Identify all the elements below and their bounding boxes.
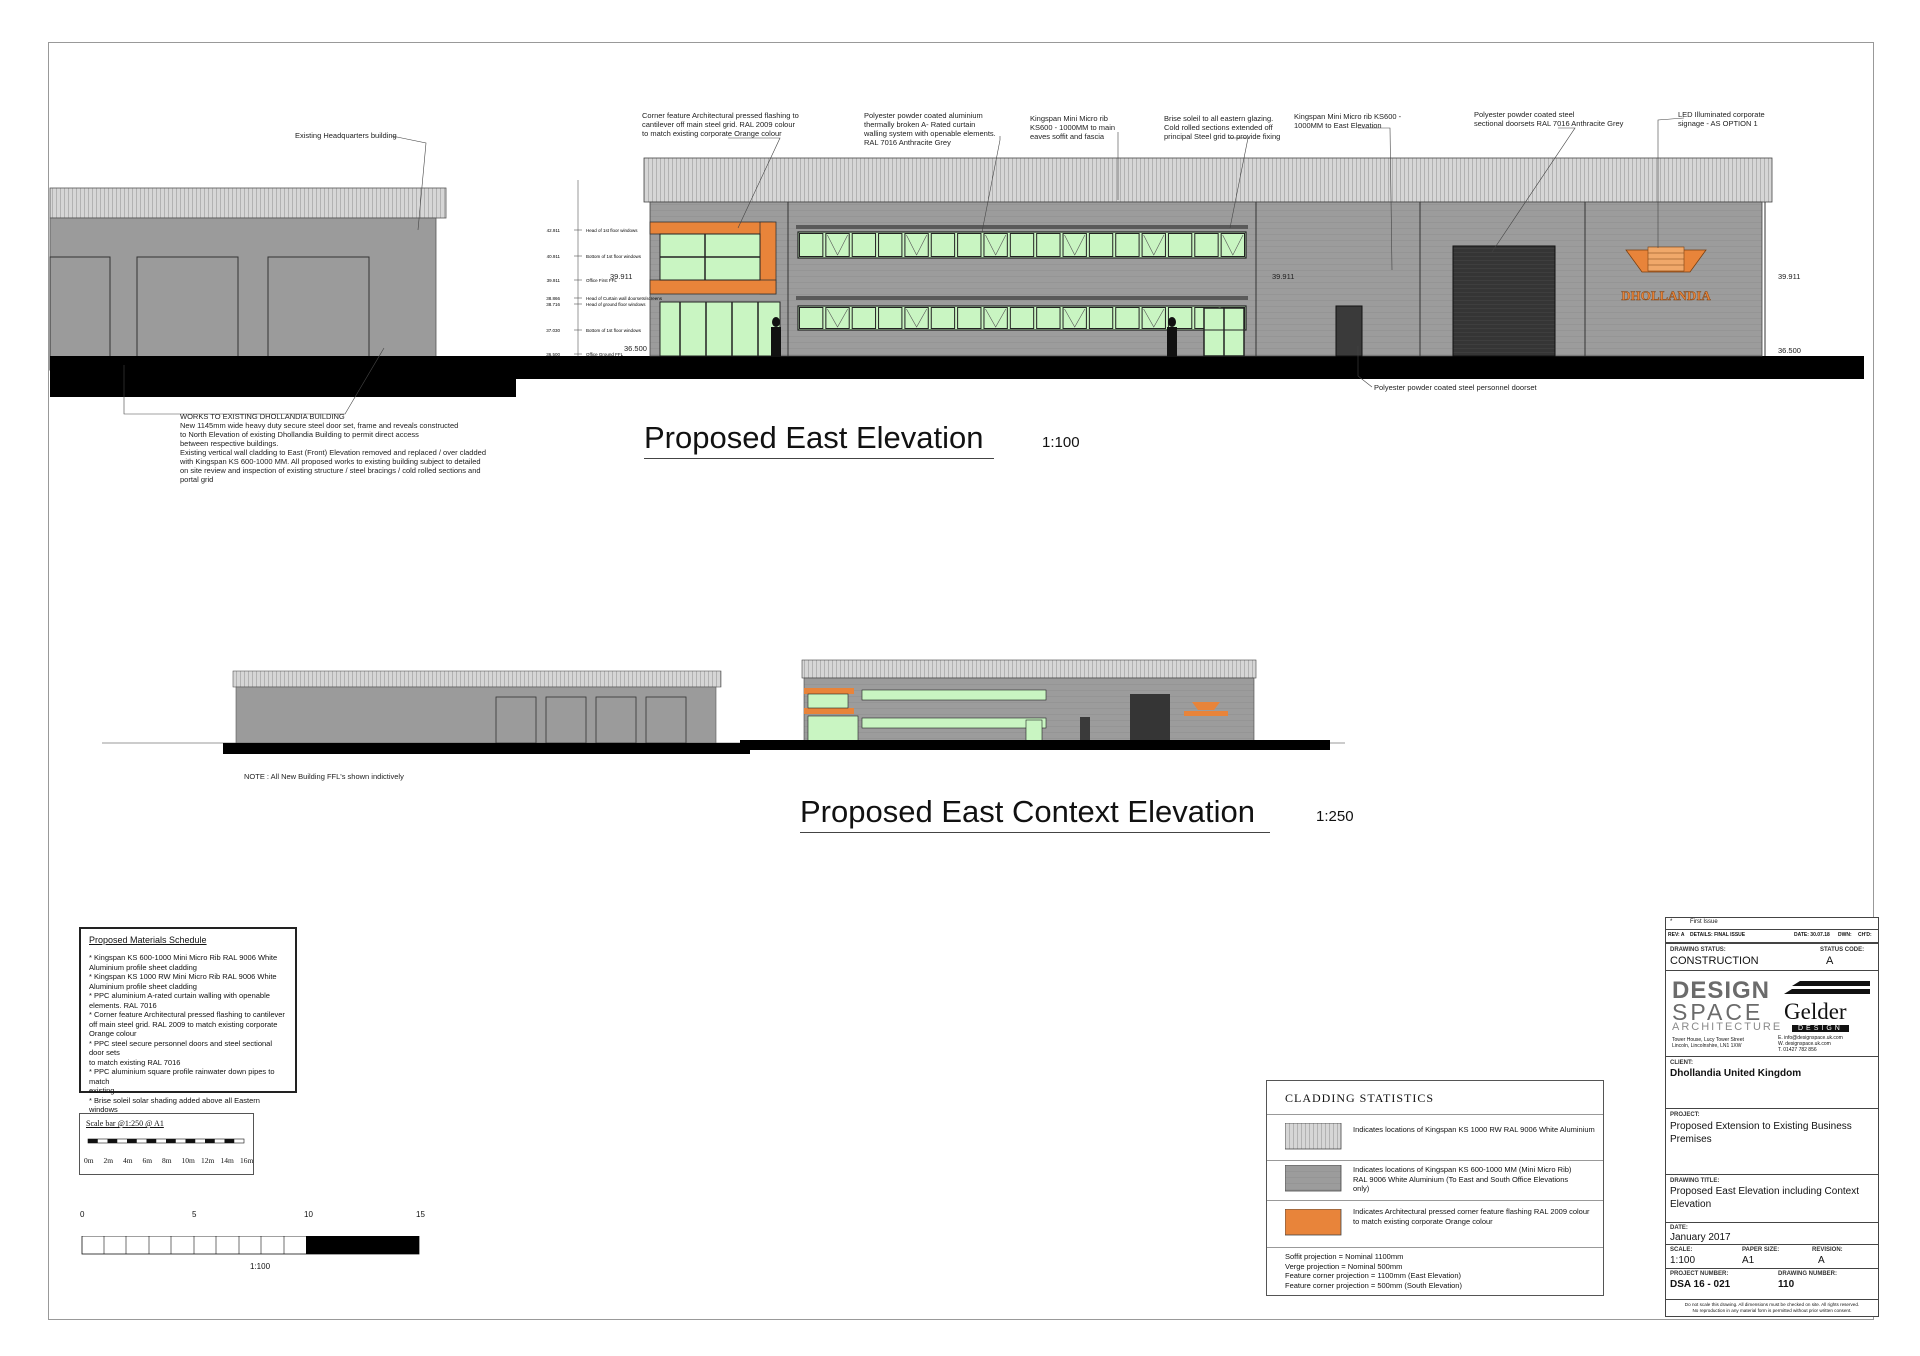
scalebar-small-tick-label: 0m [84,1156,94,1165]
project: Proposed Extension to Existing Business … [1670,1121,1852,1145]
cladding-row-2-text: Indicates locations of Kingspan KS 600-1… [1353,1165,1572,1193]
context-note: NOTE : All New Building FFL's shown indi… [244,772,404,781]
scalebar-small-tick-label: 2m [103,1156,114,1165]
scalebar-large-tick-label: 0 [80,1210,85,1219]
drawing-title-row: DRAWING TITLE: Proposed East Elevation i… [1666,1174,1878,1214]
design-space-logo: DESIGN SPACE ARCHITECTURE Gelder DESIGN [1666,977,1878,1037]
materials-body: * Kingspan KS 600-1000 Mini Micro Rib RA… [89,953,285,1114]
disclaimer-row: Do not scale this drawing. All dimension… [1666,1299,1878,1316]
context-title: Proposed East Context Elevation [800,794,1270,833]
cladding-projections: Soffit projection = Nominal 1100mm Verge… [1285,1252,1462,1290]
scale-row: SCALE: 1:100 PAPER SIZE: A1 REVISION: A [1666,1244,1878,1268]
cladding-row-1-text: Indicates locations of Kingspan KS 1000 … [1353,1125,1595,1134]
cladding-row-3: Indicates Architectural pressed corner f… [1267,1200,1603,1247]
client-row: CLIENT: Dhollandia United Kingdom [1666,1056,1878,1108]
scalebar-small: Scale bar @1:250 @ A1 0m 2m 4m 6m 8m 10m 12m 14… [79,1113,254,1175]
address: Tower House, Lucy Tower Street Lincoln, … [1672,1037,1744,1049]
date: January 2017 [1670,1232,1731,1243]
revision-label: REVISION: [1812,1247,1843,1253]
project-label: PROJECT: [1670,1112,1700,1118]
scale: 1:100 [1670,1255,1696,1266]
drawing-title-label: DRAWING TITLE: [1670,1178,1720,1184]
title-block: * First Issue REV: A DETAILS: FINAL ISSU… [1665,917,1879,1317]
drawing-status: CONSTRUCTION [1670,955,1759,967]
scalebar-small-tick-label: 10m [181,1156,195,1165]
scalebar-large-tick-label: 15 [416,1210,425,1219]
rev-header-chkd: CH'D: [1858,932,1872,938]
scalebar-small-tick-label: 12m [201,1156,215,1165]
status-row: DRAWING STATUS: CONSTRUCTION STATUS CODE… [1666,942,1878,970]
paper-label: PAPER SIZE: [1742,1247,1780,1253]
scalebar-small-tick-label: 14m [220,1156,234,1165]
rev-header-rev: REV: A [1668,932,1685,938]
logo-area: DESIGN SPACE ARCHITECTURE Gelder DESIGN … [1666,970,1878,1056]
client: Dhollandia United Kingdom [1670,1068,1802,1079]
scalebar-small-ticks: 0m 2m 4m 6m 8m 10m 12m 14m 16m [80,1156,255,1168]
context-scale: 1:250 [1316,808,1354,825]
logo-gelder-sub: DESIGN [1792,1025,1849,1032]
contact: E. info@designspace.uk.com W. designspac… [1778,1035,1843,1053]
cladding-row-1: Indicates locations of Kingspan KS 1000 … [1267,1114,1603,1155]
date-row: DATE: January 2017 [1666,1222,1878,1244]
materials-title: Proposed Materials Schedule [89,935,207,945]
context-elevation-drawing [102,659,1345,754]
cladding-projections-row: Soffit projection = Nominal 1100mm Verge… [1267,1247,1603,1296]
status-code: A [1826,955,1834,967]
project-number: DSA 16 - 021 [1670,1279,1731,1290]
scalebar-large-label: 1:100 [250,1262,271,1271]
numbers-row: PROJECT NUMBER: DSA 16 - 021 DRAWING NUM… [1666,1268,1878,1296]
paper: A1 [1742,1255,1755,1266]
rev-header: REV: A DETAILS: FINAL ISSUE DATE: 30.07.… [1666,929,1878,940]
scalebar-large-tick-label: 5 [192,1210,197,1219]
drawing-number: 110 [1778,1279,1795,1290]
date-label: DATE: [1670,1225,1688,1231]
scalebar-large: 0 5 10 15 1:100 [80,1210,425,1271]
rev-row-rev: * [1670,919,1673,925]
scalebar-small-tick-label: 16m [240,1156,254,1165]
rev-header-dwn: DWN: [1838,932,1852,938]
rev-row: * First Issue [1666,918,1878,929]
cladding-statistics: CLADDING STATISTICS Indicates locations … [1266,1080,1604,1296]
materials-schedule: Proposed Materials Schedule * Kingspan K… [79,927,297,1114]
rev-header-details: DETAILS: FINAL ISSUE [1690,932,1746,938]
drawing-title: Proposed East Elevation including Contex… [1670,1186,1860,1210]
logo-architecture-text: ARCHITECTURE [1672,1021,1783,1033]
project-row: PROJECT: Proposed Extension to Existing … [1666,1108,1878,1174]
drawing-number-label: DRAWING NUMBER: [1778,1271,1837,1277]
cladding-row-3-text: Indicates Architectural pressed corner f… [1353,1207,1590,1226]
scalebar-small-tick-label: 6m [142,1156,153,1165]
scalebar-large-tick-label: 10 [304,1210,313,1219]
scalebar-small-tick-label: 8m [162,1156,172,1165]
client-label: CLIENT: [1670,1060,1693,1066]
rev-row-desc: First Issue [1690,919,1718,925]
cladding-row-2: Indicates locations of Kingspan KS 600-1… [1267,1160,1603,1201]
cladding-title: CLADDING STATISTICS [1285,1091,1435,1105]
rev-header-date: DATE: 30.07.18 [1794,932,1830,938]
logo-gelder-text: Gelder [1784,999,1847,1024]
revision: A [1818,1255,1825,1266]
scalebar-large-ticks: 0 5 10 15 [80,1210,425,1222]
project-number-label: PROJECT NUMBER: [1670,1271,1729,1277]
status-code-label: STATUS CODE: [1820,947,1865,953]
scale-label: SCALE: [1670,1247,1693,1253]
disclaimer: Do not scale this drawing. All dimension… [1684,1302,1860,1313]
drawing-status-label: DRAWING STATUS: [1670,947,1726,953]
scalebar-small-tick-label: 4m [123,1156,133,1165]
